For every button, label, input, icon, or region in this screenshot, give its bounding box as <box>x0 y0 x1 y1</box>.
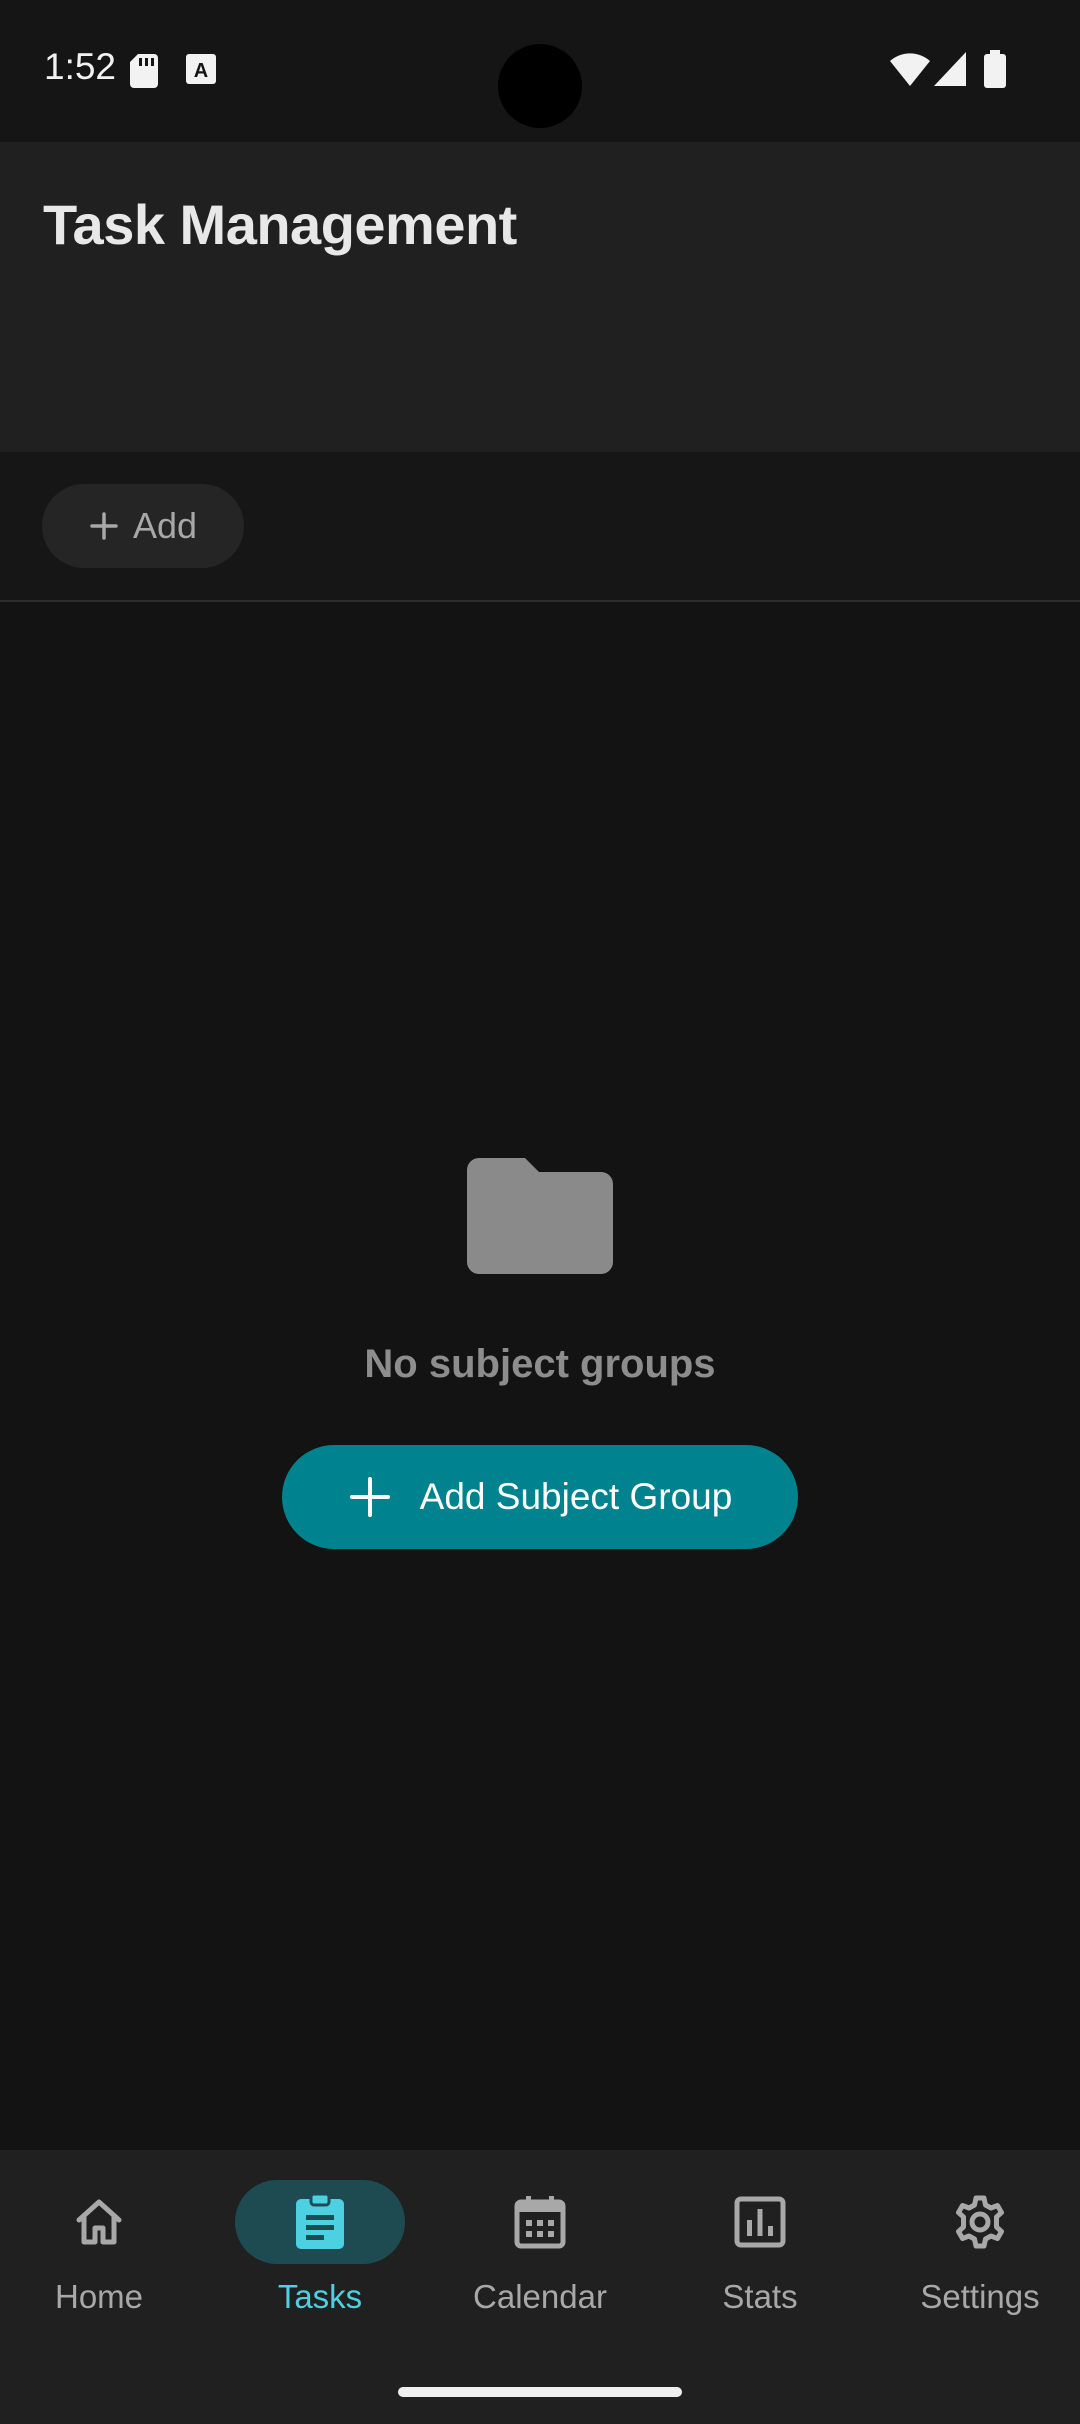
add-subject-group-label: Add Subject Group <box>419 1476 733 1517</box>
add-button-label: Add <box>132 505 198 546</box>
keyboard-a-icon: A <box>186 54 216 84</box>
bar-chart-icon <box>734 2196 786 2248</box>
nav-pill <box>455 2180 625 2264</box>
clipboard-icon <box>296 2193 344 2249</box>
nav-label-calendar: Calendar <box>473 2278 607 2315</box>
nav-label-home: Home <box>54 2278 144 2315</box>
nav-pill <box>14 2180 184 2264</box>
nav-item-home[interactable]: Home <box>0 2180 199 2330</box>
status-time: 1:52 <box>44 46 117 87</box>
nav-label-tasks: Tasks <box>277 2278 363 2315</box>
plus-icon <box>349 1477 390 1517</box>
nav-label-stats: Stats <box>722 2278 798 2315</box>
nav-item-tasks[interactable]: Tasks <box>220 2180 420 2330</box>
add-button[interactable]: Add <box>42 484 244 568</box>
add-subject-group-button[interactable]: Add Subject Group <box>282 1445 798 1549</box>
nav-item-calendar[interactable]: Calendar <box>440 2180 640 2330</box>
nav-label-settings: Settings <box>920 2278 1040 2315</box>
calendar-icon <box>514 2196 566 2249</box>
page-title: Task Management <box>43 193 517 256</box>
svg-text:A: A <box>194 60 208 82</box>
nav-item-settings[interactable]: Settings <box>880 2180 1080 2330</box>
camera-cutout <box>498 44 582 128</box>
home-indicator[interactable] <box>398 2387 682 2397</box>
home-icon <box>76 2199 122 2245</box>
plus-icon <box>90 512 118 540</box>
nav-pill <box>895 2180 1065 2264</box>
wifi-icon <box>890 53 930 86</box>
nav-pill <box>675 2180 845 2264</box>
status-bar: 1:52 A <box>0 0 1080 142</box>
battery-icon <box>984 50 1006 88</box>
empty-state-message: No subject groups <box>364 1342 716 1386</box>
signal-icon <box>934 52 966 86</box>
folder-icon <box>467 1158 613 1274</box>
app-bar <box>0 142 1080 452</box>
sd-card-icon <box>130 54 158 88</box>
gear-icon <box>956 2195 1004 2249</box>
nav-item-stats[interactable]: Stats <box>660 2180 860 2330</box>
nav-pill-active <box>235 2180 405 2264</box>
